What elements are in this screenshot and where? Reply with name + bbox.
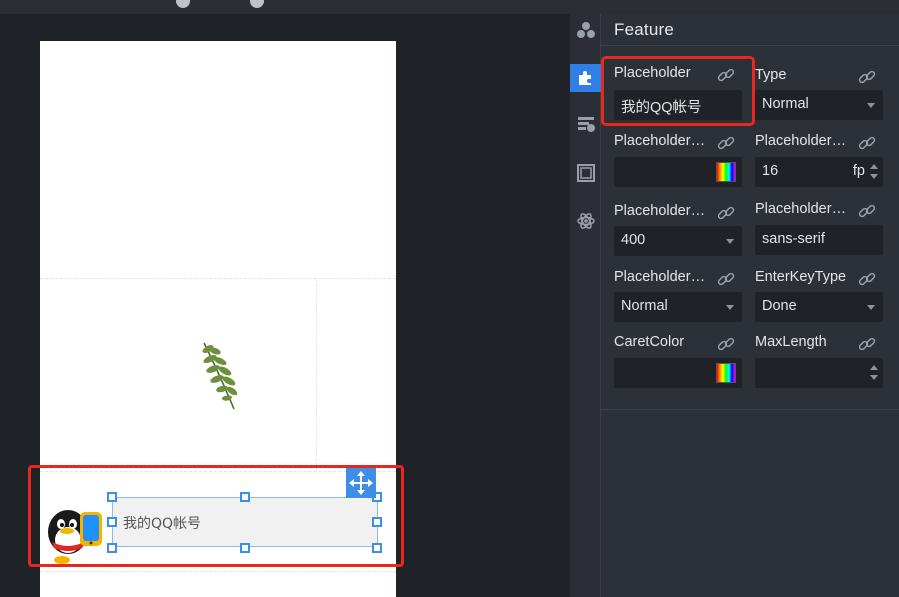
max-length-input[interactable] — [755, 358, 883, 388]
link-icon[interactable] — [857, 133, 877, 153]
puzzle-icon — [578, 71, 591, 85]
events-icon — [577, 117, 595, 132]
divider — [316, 279, 317, 471]
resize-handle[interactable] — [372, 517, 382, 527]
rail-events[interactable] — [570, 110, 601, 138]
placeholder-size-label: Placeholder… — [755, 133, 847, 149]
resize-handle[interactable] — [240, 492, 250, 502]
frame-icon — [576, 164, 595, 182]
placeholder-size-value: 16 — [762, 163, 779, 179]
link-icon[interactable] — [716, 269, 736, 289]
placeholder-style-select[interactable]: Normal — [614, 292, 742, 322]
link-icon[interactable] — [857, 67, 877, 87]
link-icon[interactable] — [857, 269, 877, 289]
toolbar-circle-icon[interactable] — [176, 0, 190, 8]
placeholder-weight-label: Placeholder… — [614, 203, 706, 219]
resize-handle[interactable] — [372, 543, 382, 553]
placeholder-size-input[interactable]: 16 fp — [755, 157, 883, 187]
resize-handle[interactable] — [107, 543, 117, 553]
resize-handle[interactable] — [107, 492, 117, 502]
placeholder-style-label: Placeholder… — [614, 269, 706, 285]
feature-panel: Feature Placeholder 我的QQ帐号 Type Normal P… — [601, 14, 899, 597]
stepper-up-icon[interactable] — [870, 164, 878, 169]
top-toolbar — [0, 0, 899, 14]
type-label: Type — [755, 67, 787, 83]
resize-handle[interactable] — [107, 517, 117, 527]
chevron-down-icon — [867, 305, 875, 310]
side-rail — [570, 14, 601, 597]
link-icon[interactable] — [716, 65, 736, 85]
caret-color-field[interactable] — [614, 358, 742, 388]
placeholder-family-value: sans-serif — [762, 231, 825, 247]
placeholder-color-label: Placeholder… — [614, 133, 706, 149]
placeholder-family-label: Placeholder… — [755, 201, 847, 217]
caret-color-label: CaretColor — [614, 334, 685, 350]
color-picker-icon[interactable] — [716, 162, 736, 182]
type-value: Normal — [762, 96, 809, 112]
panel-header: Feature — [601, 14, 899, 46]
rail-feature[interactable] — [570, 64, 601, 92]
placeholder-color-field[interactable] — [614, 157, 742, 187]
atom-icon — [576, 213, 595, 229]
design-canvas: 我的QQ帐号 — [0, 14, 570, 597]
divider — [40, 278, 396, 279]
max-length-label: MaxLength — [755, 334, 827, 350]
placeholder-family-input[interactable]: sans-serif — [755, 225, 883, 255]
rail-frame[interactable] — [570, 159, 601, 187]
chevron-down-icon — [726, 239, 734, 244]
input-placeholder: 我的QQ帐号 — [123, 516, 202, 532]
placeholder-input[interactable]: 我的QQ帐号 — [614, 90, 742, 120]
size-unit: fp — [852, 163, 865, 179]
enter-key-type-value: Done — [762, 298, 797, 314]
link-icon[interactable] — [857, 201, 877, 221]
move-handle-button[interactable] — [346, 468, 376, 498]
color-picker-icon[interactable] — [716, 363, 736, 383]
rail-components[interactable] — [570, 16, 601, 44]
chevron-down-icon — [726, 305, 734, 310]
qq-penguin-avatar[interactable] — [44, 496, 108, 566]
placeholder-weight-value: 400 — [621, 232, 646, 248]
divider — [40, 571, 396, 572]
placeholder-label: Placeholder — [614, 65, 691, 81]
qq-account-input[interactable]: 我的QQ帐号 — [112, 497, 378, 547]
components-icon — [576, 22, 595, 38]
stepper-up-icon[interactable] — [870, 365, 878, 370]
move-arrows-icon — [349, 471, 373, 495]
enter-key-type-select[interactable]: Done — [755, 292, 883, 322]
link-icon[interactable] — [857, 334, 877, 354]
rail-animation[interactable] — [570, 207, 601, 235]
stepper-down-icon[interactable] — [870, 375, 878, 380]
chevron-down-icon — [867, 103, 875, 108]
divider — [601, 409, 899, 410]
fern-leaf-image[interactable] — [198, 341, 244, 411]
enter-key-type-label: EnterKeyType — [755, 269, 847, 285]
resize-handle[interactable] — [240, 543, 250, 553]
type-select[interactable]: Normal — [755, 90, 883, 120]
placeholder-value: 我的QQ帐号 — [621, 100, 702, 116]
toolbar-circle-icon[interactable] — [250, 0, 264, 8]
placeholder-style-value: Normal — [621, 298, 668, 314]
placeholder-weight-select[interactable]: 400 — [614, 226, 742, 256]
link-icon[interactable] — [716, 334, 736, 354]
stepper-down-icon[interactable] — [870, 174, 878, 179]
link-icon[interactable] — [716, 203, 736, 223]
panel-title: Feature — [614, 20, 674, 39]
link-icon[interactable] — [716, 133, 736, 153]
